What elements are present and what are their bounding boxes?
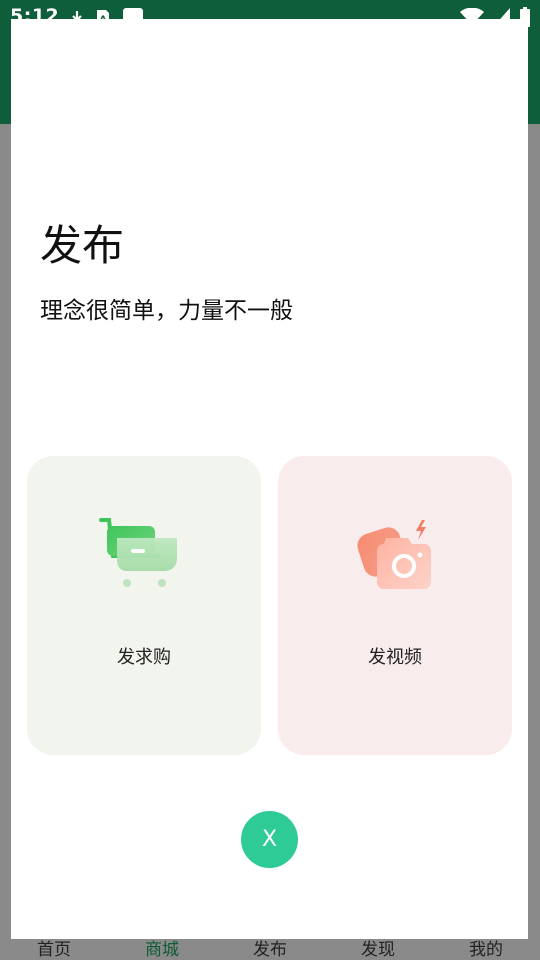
camera-icon xyxy=(357,520,431,589)
shopping-cart-icon xyxy=(99,518,177,587)
nav-item-mall[interactable]: 商城 xyxy=(108,936,216,960)
post-purchase-request-label: 发求购 xyxy=(117,647,171,668)
close-button[interactable]: X xyxy=(241,811,298,868)
post-video-card[interactable]: 发视频 xyxy=(278,456,512,755)
nav-item-home[interactable]: 首页 xyxy=(0,936,108,960)
nav-item-publish[interactable]: 发布 xyxy=(216,936,324,960)
modal-subtitle: 理念很简单，力量不一般 xyxy=(40,298,293,324)
nav-item-mine[interactable]: 我的 xyxy=(432,936,540,960)
bottom-nav: 首页 商城 发布 发现 我的 xyxy=(0,936,540,960)
nav-item-discover[interactable]: 发现 xyxy=(324,936,432,960)
post-video-label: 发视频 xyxy=(368,647,422,668)
post-purchase-request-card[interactable]: 发求购 xyxy=(27,456,261,755)
modal-title: 发布 xyxy=(40,221,125,270)
publish-modal: 发布 理念很简单，力量不一般 发求购 发视频 X xyxy=(11,19,528,939)
